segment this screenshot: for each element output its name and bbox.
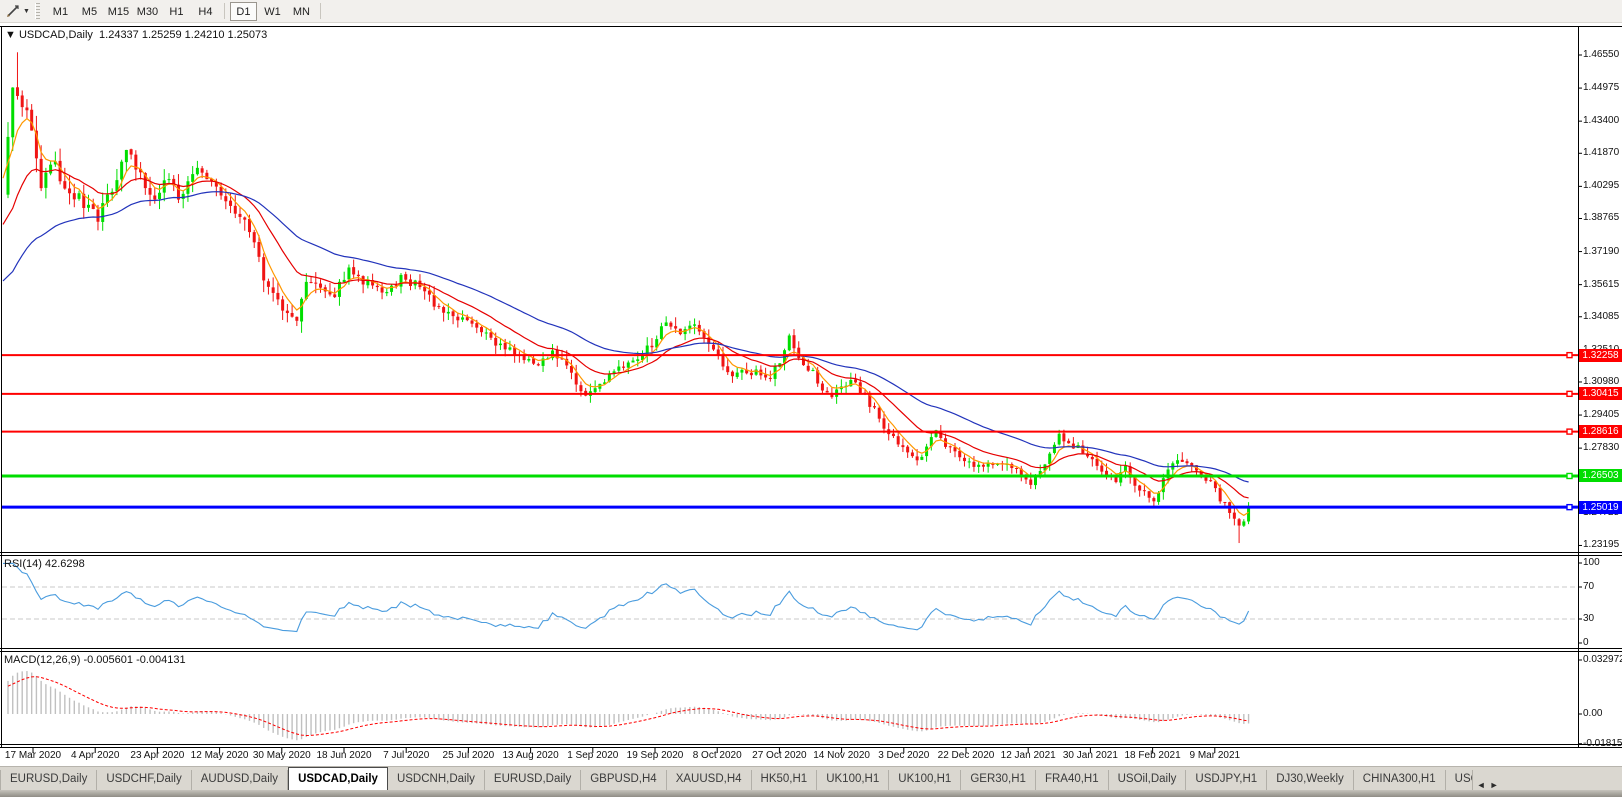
moving-average-line (3, 192, 1249, 482)
tab-UK100-H1[interactable]: UK100,H1 (889, 770, 961, 790)
date-axis-label: 19 Sep 2020 (619, 750, 691, 761)
price-axis-tick: 1.43400 (1583, 115, 1619, 126)
date-axis-label: 8 Oct 2020 (681, 750, 753, 761)
tab-UK100-H1[interactable]: UK100,H1 (817, 770, 889, 790)
price-axis-tick: 1.41870 (1583, 147, 1619, 158)
macd-axis-tick: -0.018154 (1583, 738, 1622, 749)
date-axis-label: 27 Oct 2020 (743, 750, 815, 761)
date-axis-label: 9 Mar 2021 (1179, 750, 1251, 761)
level-price-badge: 1.26503 (1579, 469, 1622, 482)
tab-GBPUSD-H4[interactable]: GBPUSD,H4 (581, 770, 666, 790)
chart-title: ▼ USDCAD,Daily 1.24337 1.25259 1.24210 1… (5, 29, 267, 41)
tab-scroll-right-icon[interactable]: ► (1490, 780, 1499, 790)
tab-USOil-H1[interactable]: USOil,H1 (1446, 770, 1473, 790)
date-axis-label: 1 Sep 2020 (557, 750, 629, 761)
date-axis-label: 30 Jan 2021 (1054, 750, 1126, 761)
rsi-axis-tick: 100 (1583, 557, 1600, 568)
tab-XAUUSD-H4[interactable]: XAUUSD,H4 (667, 770, 752, 790)
level-line-handle[interactable] (1567, 353, 1572, 358)
tab-GER30-H1[interactable]: GER30,H1 (961, 770, 1036, 790)
date-axis-label: 4 Apr 2020 (59, 750, 131, 761)
level-line-handle[interactable] (1567, 391, 1572, 396)
rsi-indicator-label: RSI(14) 42.6298 (4, 558, 85, 570)
price-axis-tick: 1.37190 (1583, 246, 1619, 257)
level-line-handle[interactable] (1567, 505, 1572, 510)
price-axis-tick: 1.34085 (1583, 311, 1619, 322)
price-pane[interactable] (3, 52, 1250, 543)
date-axis-label: 18 Jun 2020 (308, 750, 380, 761)
rsi-pane[interactable] (2, 563, 1578, 631)
symbol-tabbar: EURUSD,DailyUSDCHF,DailyAUDUSD,DailyUSDC… (0, 766, 1622, 790)
date-axis-label: 30 May 2020 (246, 750, 318, 761)
rsi-axis-tick: 70 (1583, 581, 1594, 592)
rsi-axis-tick: 0 (1583, 637, 1589, 648)
tab-AUDUSD-Daily[interactable]: AUDUSD,Daily (192, 770, 288, 790)
chart-symbol-label: ▼ USDCAD,Daily (5, 29, 93, 41)
level-price-badge: 1.28616 (1579, 425, 1622, 438)
price-axis-tick: 1.23195 (1583, 539, 1619, 550)
price-axis-tick: 1.44975 (1583, 82, 1619, 93)
tab-USDCAD-Daily[interactable]: USDCAD,Daily (288, 767, 388, 790)
chart-ohlc-values: 1.24337 1.25259 1.24210 1.25073 (99, 29, 267, 41)
tab-EURUSD-Daily[interactable]: EURUSD,Daily (485, 770, 581, 790)
tab-CHINA300-H1[interactable]: CHINA300,H1 (1354, 770, 1446, 790)
date-axis-label: 13 Aug 2020 (495, 750, 567, 761)
price-chart-canvas[interactable] (0, 26, 1622, 766)
chart-window[interactable]: ▼ USDCAD,Daily 1.24337 1.25259 1.24210 1… (0, 0, 1622, 766)
macd-axis-tick: 0.00 (1583, 708, 1602, 719)
macd-axis-tick: 0.032972 (1583, 654, 1622, 665)
level-price-badge: 1.30415 (1579, 387, 1622, 400)
level-price-badge: 1.25019 (1579, 501, 1622, 514)
tab-FRA40-H1[interactable]: FRA40,H1 (1036, 770, 1109, 790)
tab-scroll-left-icon[interactable]: ◄ (1477, 780, 1486, 790)
tab-USDCNH-Daily[interactable]: USDCNH,Daily (388, 770, 485, 790)
date-axis-label: 25 Jul 2020 (432, 750, 504, 761)
price-axis-tick: 1.40295 (1583, 180, 1619, 191)
tab-USOil-Daily[interactable]: USOil,Daily (1109, 770, 1187, 790)
tab-USDJPY-H1[interactable]: USDJPY,H1 (1186, 770, 1267, 790)
price-axis-tick: 1.46550 (1583, 49, 1619, 60)
price-axis-tick: 1.30980 (1583, 376, 1619, 387)
price-axis-tick: 1.38765 (1583, 212, 1619, 223)
rsi-axis-tick: 30 (1583, 613, 1594, 624)
tab-DJ30-Weekly[interactable]: DJ30,Weekly (1267, 770, 1354, 790)
date-axis-label: 3 Dec 2020 (868, 750, 940, 761)
tab-HK50-H1[interactable]: HK50,H1 (752, 770, 818, 790)
tab-EURUSD-Daily[interactable]: EURUSD,Daily (0, 770, 97, 790)
date-axis-label: 23 Apr 2020 (121, 750, 193, 761)
date-axis-label: 14 Nov 2020 (806, 750, 878, 761)
date-axis-label: 12 May 2020 (184, 750, 256, 761)
date-axis-label: 12 Jan 2021 (992, 750, 1064, 761)
macd-indicator-label: MACD(12,26,9) -0.005601 -0.004131 (4, 654, 186, 666)
price-axis-tick: 1.35615 (1583, 279, 1619, 290)
date-axis-label: 22 Dec 2020 (930, 750, 1002, 761)
level-line-handle[interactable] (1567, 429, 1572, 434)
status-strip (0, 790, 1622, 797)
macd-signal-line (8, 677, 1249, 736)
macd-pane[interactable] (8, 671, 1249, 740)
date-axis-label: 18 Feb 2021 (1117, 750, 1189, 761)
price-axis-tick: 1.29405 (1583, 409, 1619, 420)
date-axis-label: 7 Jul 2020 (370, 750, 442, 761)
rsi-line (3, 563, 1249, 631)
level-price-badge: 1.32258 (1579, 349, 1622, 362)
price-axis-tick: 1.27830 (1583, 442, 1619, 453)
tab-USDCHF-Daily[interactable]: USDCHF,Daily (97, 770, 191, 790)
level-line-handle[interactable] (1567, 473, 1572, 478)
moving-average-line (3, 119, 1249, 516)
